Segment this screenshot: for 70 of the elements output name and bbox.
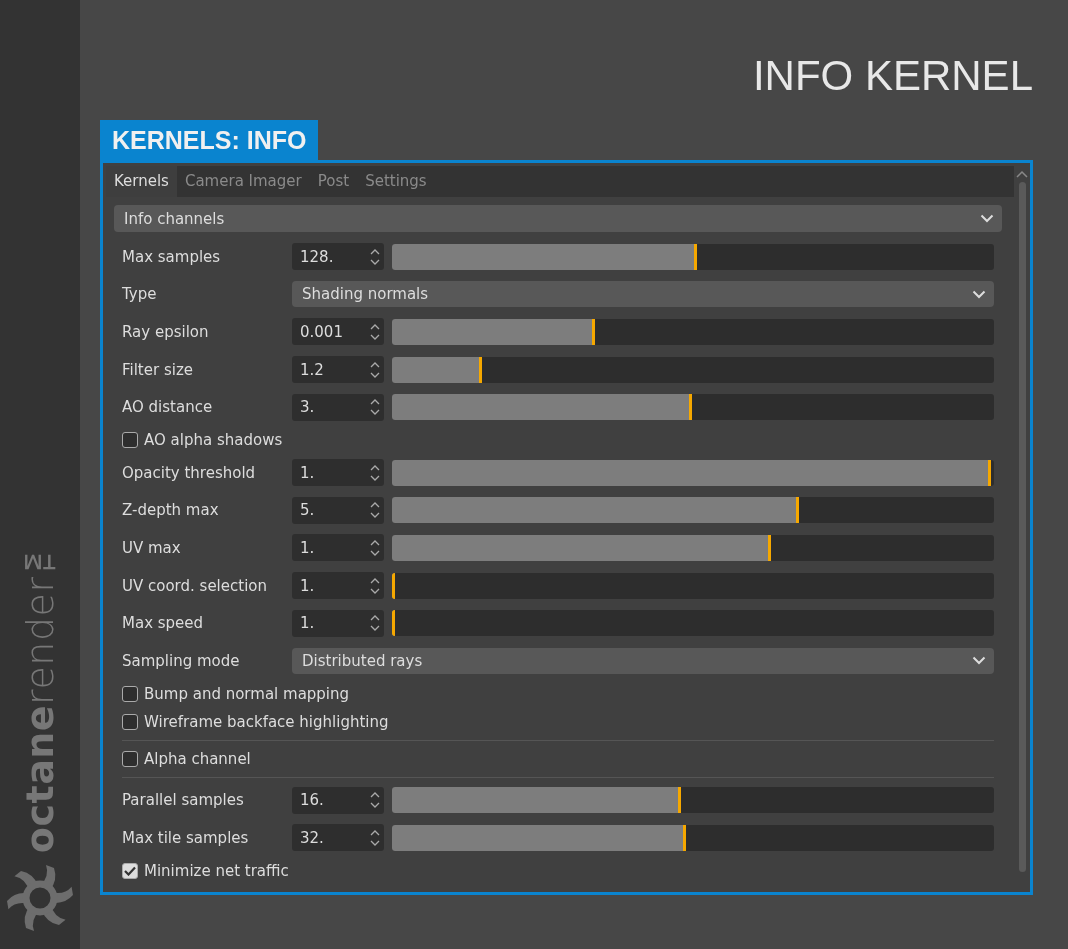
slider-fill[interactable] — [392, 319, 595, 345]
slider-fill[interactable] — [392, 497, 799, 524]
tab[interactable]: Kernels — [106, 166, 177, 197]
checkbox[interactable] — [122, 750, 138, 767]
field-label: Max samples — [122, 247, 222, 266]
checkbox-label: Alpha channel — [144, 749, 251, 768]
field-label: Ray epsilon — [122, 323, 210, 341]
dropdown[interactable]: Distributed rays — [292, 647, 994, 674]
field-label: Max speed — [122, 614, 205, 633]
slider-fill[interactable] — [392, 572, 395, 599]
kernel-type-dropdown[interactable]: Info channels — [114, 205, 1002, 232]
checkbox-label: Bump and normal mapping — [144, 684, 350, 703]
panel-label: KERNELS: INFO — [100, 120, 319, 160]
number-field[interactable]: 32. — [292, 824, 384, 852]
tab[interactable]: Camera Imager — [176, 166, 310, 197]
number-field[interactable]: 3. — [292, 393, 384, 421]
number-field[interactable]: 16. — [292, 786, 384, 814]
tab[interactable]: Settings — [357, 166, 435, 197]
field-label: UV coord. selection — [122, 576, 268, 595]
page-title: INFO KERNEL — [752, 52, 1033, 100]
tab[interactable]: Post — [309, 166, 358, 197]
number-field[interactable]: 1.2 — [292, 356, 384, 384]
slider-track[interactable] — [392, 534, 994, 561]
spinner-arrows-icon[interactable] — [370, 322, 380, 342]
number-field[interactable]: 128. — [292, 243, 384, 271]
field-label: Opacity threshold — [122, 463, 257, 482]
chevron-down-icon — [972, 656, 986, 666]
slider-track[interactable] — [392, 610, 994, 637]
field-label: Max tile samples — [122, 828, 250, 847]
checkbox[interactable] — [122, 431, 138, 448]
slider-track[interactable] — [392, 243, 994, 270]
field-label: Filter size — [122, 360, 194, 379]
checkbox-label: Wireframe backface highlighting — [144, 712, 389, 731]
slider-fill[interactable] — [392, 243, 697, 270]
checkbox[interactable] — [122, 713, 138, 730]
slider-track[interactable] — [392, 787, 994, 814]
chevron-down-icon — [980, 214, 994, 223]
slider-track[interactable] — [392, 319, 994, 345]
slider-fill[interactable] — [392, 824, 686, 851]
slider-fill[interactable] — [392, 356, 482, 383]
number-field[interactable]: 1. — [292, 572, 384, 600]
slider-fill[interactable] — [392, 534, 772, 561]
number-field[interactable]: 1. — [292, 459, 384, 487]
field-label: UV max — [122, 538, 182, 557]
logo-icon — [5, 863, 75, 933]
dropdown[interactable]: Shading normals — [292, 281, 994, 308]
logo-wordmark: octanerender™ — [18, 533, 62, 853]
chevron-down-icon — [972, 289, 986, 299]
slider-fill[interactable] — [392, 394, 692, 421]
slider-track[interactable] — [392, 356, 994, 383]
number-field[interactable]: 5. — [292, 496, 384, 524]
field-label: Parallel samples — [122, 791, 245, 810]
field-label: AO distance — [122, 398, 214, 417]
number-field[interactable]: 0.001 — [292, 318, 384, 346]
number-field[interactable]: 1. — [292, 534, 384, 562]
checkbox[interactable] — [122, 685, 138, 702]
slider-track[interactable] — [392, 572, 994, 599]
checkbox[interactable] — [122, 862, 138, 879]
slider-track[interactable] — [392, 497, 994, 524]
checkbox-label: AO alpha shadows — [144, 430, 283, 449]
number-field[interactable]: 1. — [292, 609, 384, 637]
slider-track[interactable] — [392, 394, 994, 421]
field-label: Z-depth max — [122, 501, 220, 520]
scroll-up-icon[interactable] — [1016, 170, 1028, 178]
field-label: Type — [122, 285, 158, 304]
field-label: Sampling mode — [122, 651, 241, 670]
checkbox-label: Minimize net traffic — [144, 861, 289, 880]
slider-fill[interactable] — [392, 610, 395, 637]
slider-track[interactable] — [392, 824, 994, 851]
slider-fill[interactable] — [392, 787, 681, 814]
